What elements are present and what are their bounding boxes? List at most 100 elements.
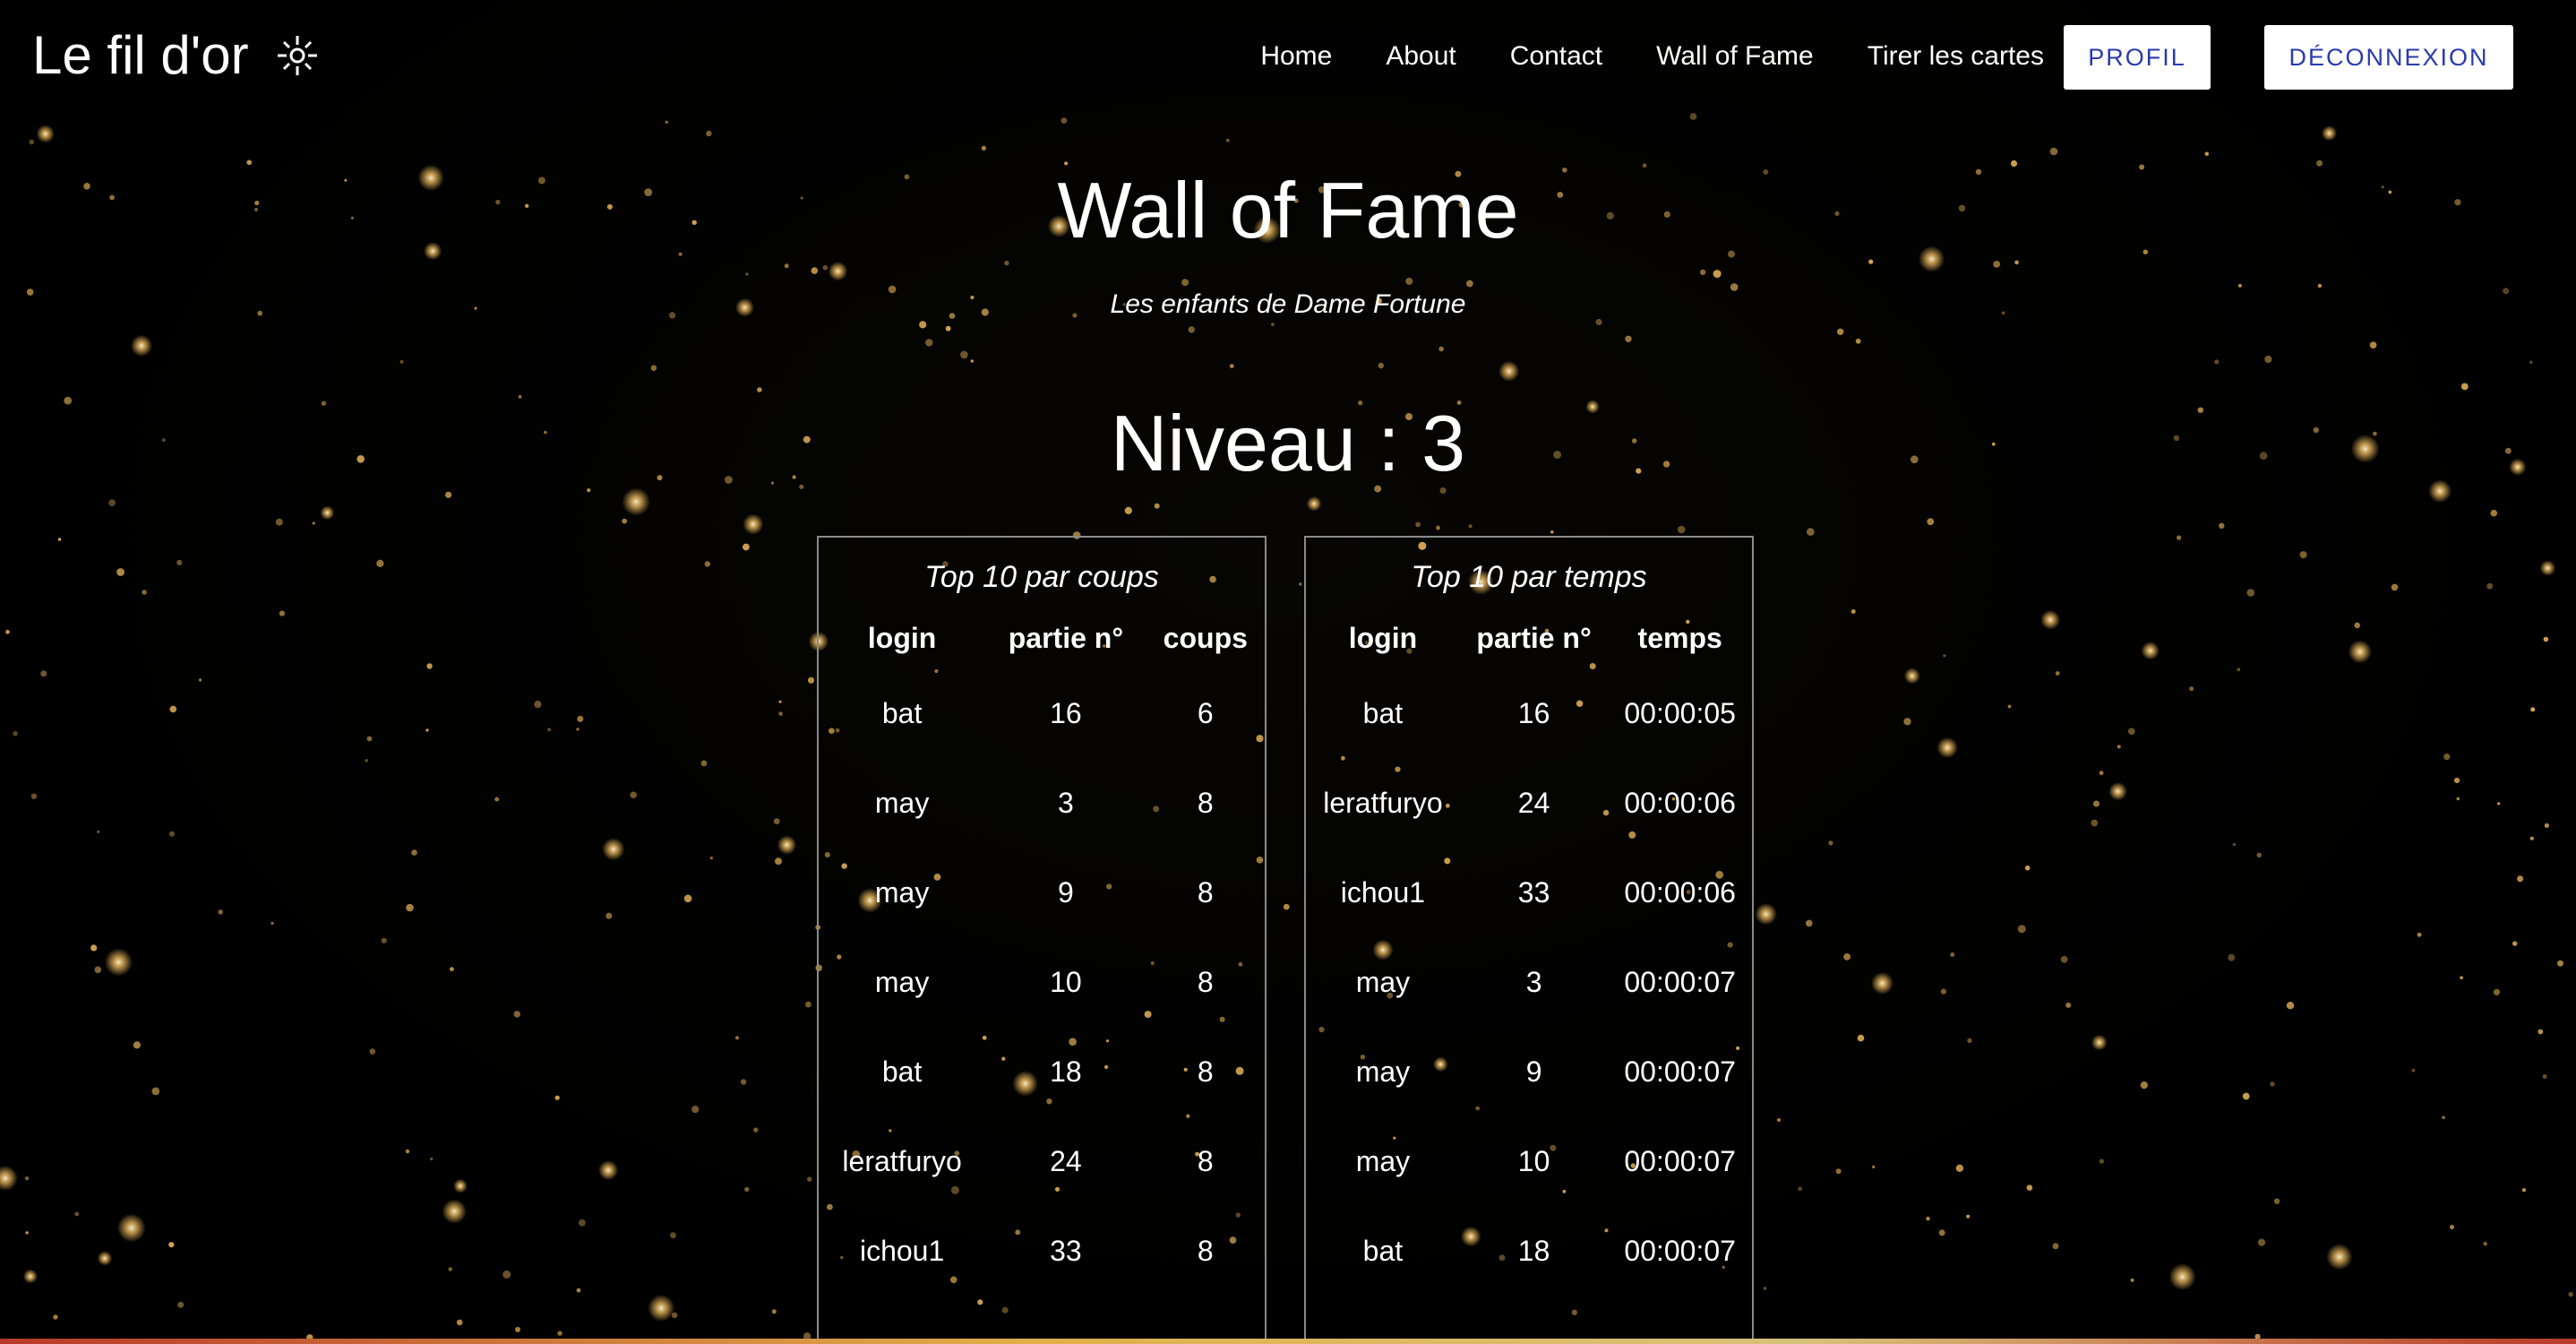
star (198, 678, 202, 682)
star (1763, 1287, 1767, 1290)
star (405, 1149, 410, 1154)
star (775, 857, 782, 866)
level-heading: Niveau : 3 (1110, 399, 1466, 487)
star (2326, 1244, 2353, 1271)
brand-title[interactable]: Le fil d'or (32, 20, 249, 91)
star (1936, 737, 1958, 759)
star (577, 715, 584, 722)
star (547, 728, 552, 732)
star (828, 261, 848, 281)
star (2539, 560, 2556, 576)
star (2273, 1198, 2280, 1204)
star (1993, 261, 2001, 268)
star (104, 948, 133, 977)
star (811, 267, 819, 274)
logout-button[interactable]: DÉCONNEXION (2264, 25, 2513, 90)
bottom-edge-bar (0, 1339, 2576, 1344)
nav-link-wall-of-fame[interactable]: Wall of Fame (1656, 38, 1814, 75)
profil-button[interactable]: PROFIL (2064, 25, 2211, 90)
cell-login: bat (1362, 696, 1404, 729)
star (1850, 609, 1856, 614)
star (945, 325, 951, 332)
star (2557, 960, 2563, 967)
star (2456, 797, 2460, 801)
star (2228, 953, 2236, 961)
column-header-partie: partie n° (1476, 621, 1592, 654)
star (784, 263, 789, 269)
star (2460, 976, 2463, 979)
cell-temps: 00:00:06 (1624, 875, 1736, 909)
star (1806, 919, 1813, 927)
star (366, 736, 373, 742)
star (740, 1079, 747, 1085)
star (1181, 279, 1189, 287)
star (743, 513, 764, 535)
star (2286, 1002, 2295, 1010)
star (450, 967, 454, 971)
star (1306, 495, 1322, 512)
nav-link-contact[interactable]: Contact (1510, 38, 1602, 75)
star (116, 1213, 146, 1243)
star (822, 264, 829, 271)
star (502, 1270, 511, 1279)
cell-login: may (1355, 965, 1411, 998)
star (2442, 1116, 2445, 1119)
cell-coups: 8 (1197, 875, 1214, 909)
star (805, 1001, 811, 1008)
star (2256, 852, 2262, 857)
star (1229, 364, 1234, 368)
nav-link-home[interactable]: Home (1260, 38, 1332, 75)
star (744, 1186, 750, 1193)
star (1926, 1216, 1930, 1221)
star (2026, 1185, 2033, 1191)
star (1798, 1186, 1802, 1192)
star (1004, 260, 1009, 266)
star (2529, 360, 2533, 364)
star (2040, 609, 2061, 630)
star (2299, 551, 2307, 559)
star (1550, 530, 1554, 534)
star (369, 1048, 376, 1055)
star (25, 1231, 29, 1235)
cell-coups: 8 (1197, 786, 1214, 819)
star (2108, 782, 2127, 801)
table-header-row: login partie n° coups (819, 607, 1265, 668)
star (709, 857, 713, 860)
star (1967, 1038, 1972, 1044)
star (2417, 932, 2422, 937)
star (1943, 654, 1946, 658)
star (2140, 1081, 2148, 1090)
star (2237, 668, 2241, 672)
star (442, 1199, 467, 1224)
star (557, 1331, 562, 1336)
star (74, 1211, 80, 1217)
nav-link-tirer-les-cartes[interactable]: Tirer les cartes (1868, 38, 2044, 75)
star (1955, 1164, 1964, 1173)
star (691, 1106, 700, 1114)
star (777, 835, 797, 855)
star (2099, 771, 2104, 776)
star (1188, 326, 1196, 333)
star (2130, 1278, 2134, 1282)
star (1871, 971, 1893, 995)
star (576, 1288, 581, 1293)
star (1855, 338, 1861, 344)
star (426, 663, 433, 669)
star (376, 559, 384, 568)
brand[interactable]: Le fil d'or (32, 20, 319, 91)
star (1415, 521, 1421, 528)
star (2486, 582, 2494, 590)
top10-coups-panel: Top 10 par coups login partie n° coups b… (817, 536, 1267, 1344)
star (1927, 518, 1935, 526)
star (1713, 270, 1722, 279)
cell-partie: 33 (1517, 875, 1550, 909)
cell-coups: 8 (1197, 1234, 1214, 1267)
top10-coups-table: Top 10 par coups login partie n° coups b… (819, 538, 1265, 1296)
top10-temps-table: Top 10 par temps login partie n° temps b… (1306, 538, 1752, 1296)
star (602, 838, 625, 861)
nav-link-about[interactable]: About (1386, 38, 1455, 75)
star (2242, 1092, 2250, 1100)
star (734, 1036, 740, 1040)
star (399, 359, 404, 364)
star (2529, 836, 2534, 840)
